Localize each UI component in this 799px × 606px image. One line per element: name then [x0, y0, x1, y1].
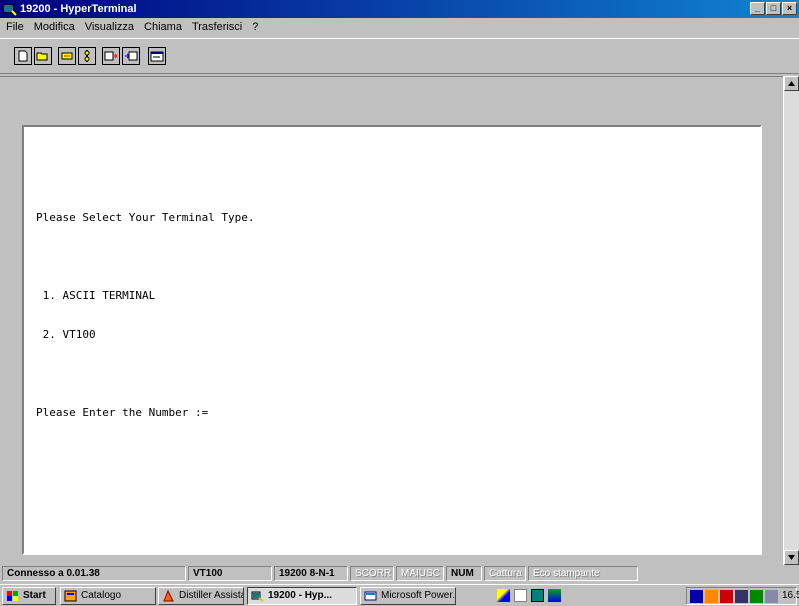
terminal-screen[interactable]: Please Select Your Terminal Type. 1. ASC…: [22, 125, 762, 555]
taskbar-item-catalogo[interactable]: Catalogo: [60, 587, 156, 605]
taskbar-item-label: Distiller Assistan...: [179, 590, 243, 601]
tray-antivirus-icon[interactable]: [720, 589, 733, 603]
quick-launch-channel-icon[interactable]: [548, 589, 561, 602]
new-button[interactable]: [14, 47, 32, 65]
connect-icon: [61, 52, 73, 60]
disconnect-button[interactable]: [78, 47, 96, 65]
terminal-line: Please Select Your Terminal Type.: [36, 211, 255, 224]
open-button[interactable]: [34, 47, 52, 65]
taskbar-item-label: 19200 - Hyp...: [268, 590, 332, 601]
catalog-icon: [64, 590, 77, 602]
taskbar-item-distiller[interactable]: Distiller Assistan...: [158, 587, 244, 605]
distiller-icon: [163, 590, 174, 602]
arrow-down-icon: [788, 555, 795, 560]
scroll-down-button[interactable]: [784, 550, 799, 565]
disconnect-icon: [84, 50, 90, 62]
menu-visualizza[interactable]: Visualizza: [85, 21, 134, 33]
quick-launch-desktop-icon[interactable]: [531, 589, 544, 602]
status-settings: 19200 8-N-1: [274, 566, 348, 581]
status-print-echo: Eco stampante: [528, 566, 638, 581]
tray-network-icon[interactable]: [705, 589, 718, 603]
properties-button[interactable]: [148, 47, 166, 65]
toolbar-group-properties: [148, 47, 166, 65]
menu-bar: File Modifica Visualizza Chiama Trasferi…: [0, 18, 799, 36]
terminal-line: 2. VT100: [36, 328, 96, 341]
status-caps: MAIUSC: [396, 566, 444, 581]
quick-launch-browser-icon[interactable]: [514, 589, 527, 602]
start-label: Start: [23, 590, 46, 601]
hyperterminal-icon: [3, 4, 17, 16]
status-connection: Connesso a 0.01.38: [2, 566, 186, 581]
send-button[interactable]: [102, 47, 120, 65]
taskbar-item-hyperterminal[interactable]: 19200 - Hyp...: [247, 587, 357, 605]
terminal-viewport: Please Select Your Terminal Type. 1. ASC…: [0, 76, 783, 565]
arrow-up-icon: [788, 81, 795, 86]
menu-modifica[interactable]: Modifica: [34, 21, 75, 33]
tray-monitor-icon[interactable]: [735, 589, 748, 603]
close-button[interactable]: ×: [782, 2, 797, 15]
status-emulation: VT100: [188, 566, 272, 581]
properties-icon: [150, 51, 164, 62]
taskbar-item-label: Microsoft Power...: [381, 590, 456, 601]
status-scroll: SCORR: [350, 566, 394, 581]
system-tray: 16.51: [686, 587, 799, 605]
maximize-button[interactable]: □: [766, 2, 781, 15]
terminal-line: Please Enter the Number :=: [36, 406, 209, 419]
send-icon: [104, 51, 118, 61]
window-controls: _ □ ×: [750, 2, 797, 15]
toolbar-group-call: [58, 47, 96, 65]
open-icon: [36, 52, 48, 61]
clock[interactable]: 16.51: [782, 590, 799, 603]
powerpoint-icon: [364, 591, 377, 601]
status-bar: Connesso a 0.01.38 VT100 19200 8-N-1 SCO…: [0, 566, 799, 582]
status-capture: Cattura: [484, 566, 526, 581]
windows-logo-icon: [7, 591, 18, 601]
start-button[interactable]: Start: [2, 587, 56, 605]
hyperterminal-icon: [251, 591, 264, 602]
terminal-line: 1. ASCII TERMINAL: [36, 289, 156, 302]
tray-shield-icon[interactable]: [690, 589, 703, 603]
minimize-button[interactable]: _: [750, 2, 765, 15]
tray-settings-icon[interactable]: [765, 589, 778, 603]
taskbar-item-powerpoint[interactable]: Microsoft Power...: [360, 587, 456, 605]
connect-button[interactable]: [58, 47, 76, 65]
window-title: 19200 - HyperTerminal: [20, 3, 137, 15]
title-bar[interactable]: 19200 - HyperTerminal _ □ ×: [0, 0, 799, 18]
tray-volume-icon[interactable]: [750, 589, 763, 603]
status-num: NUM: [446, 566, 482, 581]
new-icon: [18, 50, 28, 62]
receive-button[interactable]: [122, 47, 140, 65]
quick-launch-edit-icon[interactable]: [497, 589, 510, 602]
scroll-up-button[interactable]: [784, 76, 799, 91]
vertical-scrollbar[interactable]: [783, 76, 799, 565]
toolbar-group-transfer: [102, 47, 140, 65]
taskbar: Start Catalogo Distiller Assistan... 192…: [0, 584, 799, 606]
toolbar-group-file: [14, 47, 52, 65]
menu-trasferisci[interactable]: Trasferisci: [192, 21, 242, 33]
menu-help[interactable]: ?: [252, 21, 258, 33]
receive-icon: [125, 51, 138, 61]
taskbar-item-label: Catalogo: [81, 590, 122, 601]
menu-file[interactable]: File: [6, 21, 24, 33]
quick-launch: [497, 589, 561, 602]
menu-chiama[interactable]: Chiama: [144, 21, 182, 33]
toolbar: [0, 38, 799, 74]
